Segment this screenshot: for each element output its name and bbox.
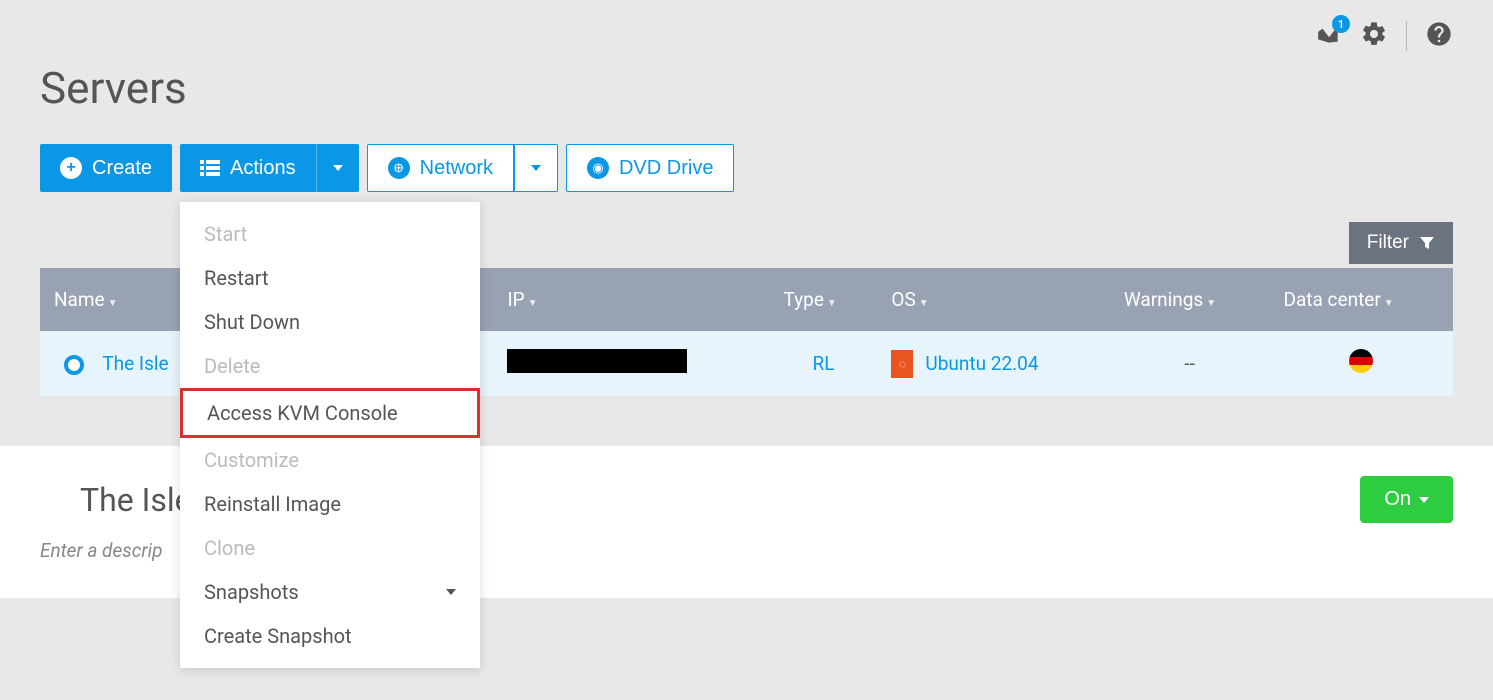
menu-item-restart[interactable]: Restart (180, 256, 480, 300)
filter-icon (1419, 235, 1435, 251)
warnings-cell: -- (1110, 331, 1270, 396)
menu-item-shutdown[interactable]: Shut Down (180, 300, 480, 344)
power-button[interactable]: On (1360, 476, 1453, 523)
network-dropdown-toggle[interactable] (514, 144, 558, 192)
plus-icon: + (60, 157, 82, 179)
menu-item-kvm-console[interactable]: Access KVM Console (180, 388, 480, 438)
network-label: Network (420, 157, 493, 180)
create-label: Create (92, 157, 152, 180)
disc-icon: ◉ (587, 157, 609, 179)
chevron-down-icon (531, 165, 541, 171)
actions-button[interactable]: Actions (180, 144, 316, 192)
page-title: Servers (40, 62, 1453, 114)
col-datacenter[interactable]: Data center▼ (1269, 268, 1453, 331)
menu-item-customize: Customize (180, 438, 480, 482)
menu-item-reinstall[interactable]: Reinstall Image (180, 482, 480, 526)
chevron-down-icon (1419, 497, 1429, 503)
notification-badge: 1 (1332, 15, 1350, 33)
server-type[interactable]: RL (812, 352, 834, 375)
col-type[interactable]: Type▼ (770, 268, 878, 331)
create-button[interactable]: + Create (40, 144, 172, 192)
menu-item-clone: Clone (180, 526, 480, 570)
filter-label: Filter (1367, 232, 1409, 254)
globe-icon: ⊕ (388, 157, 410, 179)
help-icon[interactable] (1425, 20, 1453, 52)
ip-redacted (507, 349, 687, 373)
gear-icon[interactable] (1360, 20, 1388, 52)
menu-item-snapshots[interactable]: Snapshots (180, 570, 480, 614)
col-warnings[interactable]: Warnings▼ (1110, 268, 1270, 331)
dvd-label: DVD Drive (619, 157, 713, 180)
filter-button[interactable]: Filter (1349, 222, 1453, 264)
actions-label: Actions (230, 157, 296, 180)
divider (1406, 21, 1407, 51)
server-name[interactable]: The Isle (102, 352, 168, 375)
os-name[interactable]: Ubuntu 22.04 (925, 352, 1038, 375)
ubuntu-icon: ◌ (891, 350, 913, 378)
menu-item-create-snapshot[interactable]: Create Snapshot (180, 614, 480, 658)
menu-item-delete: Delete (180, 344, 480, 388)
menu-item-start: Start (180, 212, 480, 256)
power-label: On (1384, 488, 1411, 511)
chevron-down-icon (333, 165, 343, 171)
actions-dropdown-menu: Start Restart Shut Down Delete Access KV… (180, 202, 480, 668)
dvd-drive-button[interactable]: ◉ DVD Drive (566, 144, 734, 192)
network-button[interactable]: ⊕ Network (367, 144, 514, 192)
list-icon (200, 160, 220, 176)
chevron-down-icon (446, 589, 456, 595)
actions-dropdown-toggle[interactable] (316, 144, 359, 192)
col-ip[interactable]: IP▼ (493, 268, 769, 331)
announcements-icon[interactable]: 1 (1316, 21, 1342, 51)
flag-germany (1349, 349, 1373, 373)
col-os[interactable]: OS▼ (877, 268, 1109, 331)
row-radio[interactable] (64, 355, 84, 375)
